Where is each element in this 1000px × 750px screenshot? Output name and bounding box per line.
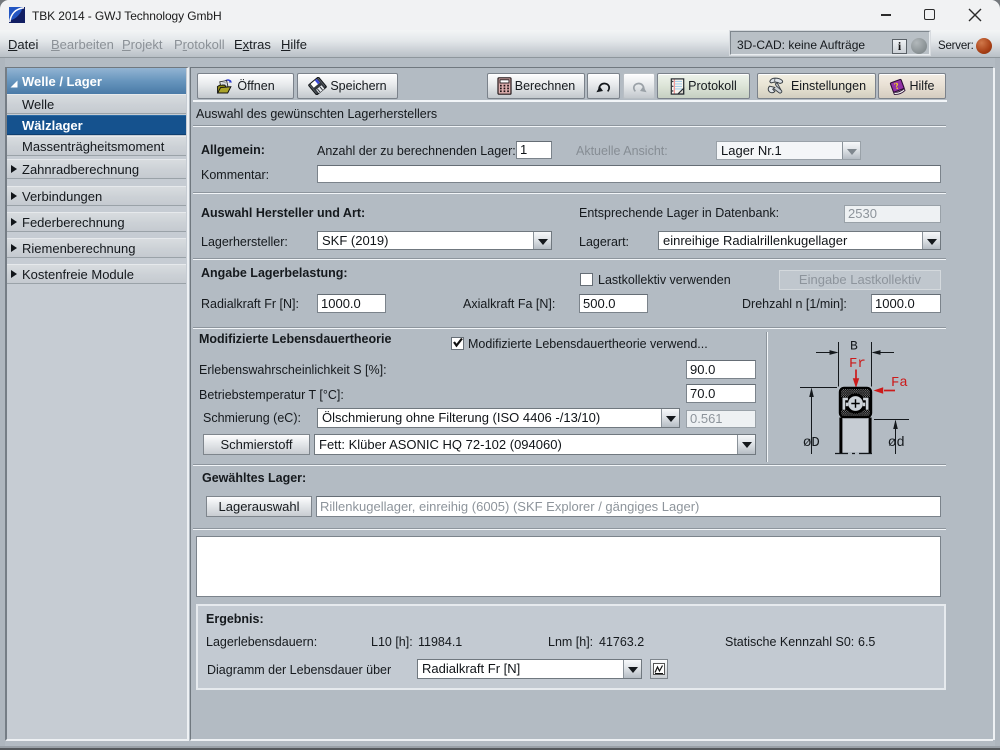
svg-text:Fr: Fr	[849, 356, 866, 372]
svg-text:ød: ød	[888, 435, 905, 451]
svg-text:øD: øD	[803, 435, 820, 451]
svg-text:Fa: Fa	[891, 375, 908, 391]
svg-text:B: B	[850, 339, 858, 354]
